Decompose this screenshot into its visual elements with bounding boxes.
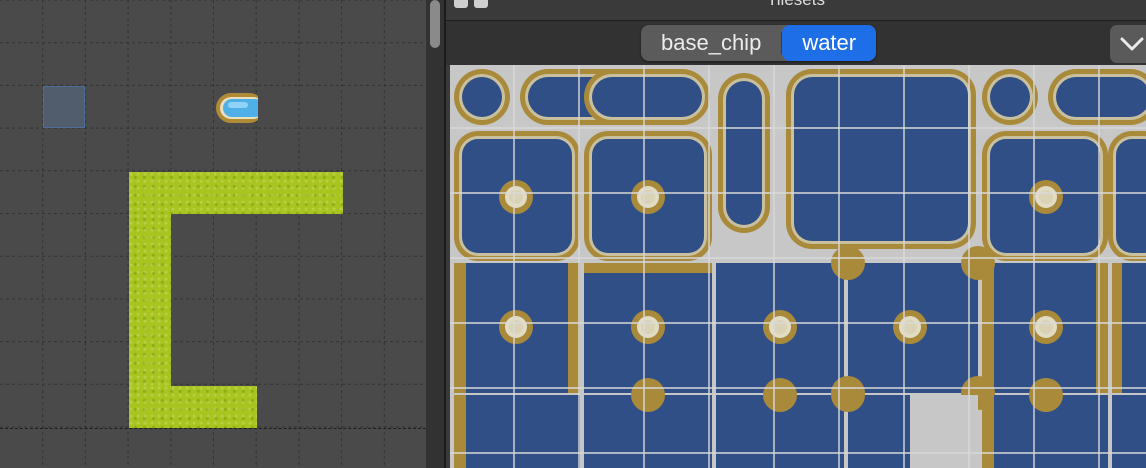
panel-splitter[interactable] bbox=[426, 0, 446, 468]
tile-shape bbox=[641, 190, 655, 204]
tile-shape bbox=[1112, 263, 1122, 393]
tilesets-panel: Tilesets base_chip water bbox=[446, 0, 1146, 468]
tile-shape bbox=[592, 77, 702, 117]
tile-shape bbox=[641, 320, 655, 334]
water-pond-tile bbox=[216, 91, 258, 125]
panel-title: Tilesets bbox=[446, 0, 1146, 10]
tab-base-chip[interactable]: base_chip bbox=[641, 25, 781, 61]
tileset-tab-bar: base_chip water bbox=[446, 21, 1146, 65]
tile-shape bbox=[568, 263, 580, 393]
tile-shape bbox=[763, 378, 797, 412]
grass-tile-block bbox=[129, 214, 171, 386]
water-tileset-image[interactable] bbox=[450, 65, 1146, 468]
tile-shape bbox=[454, 395, 466, 468]
tile-shape bbox=[454, 395, 580, 468]
tile-shape bbox=[903, 320, 917, 334]
tile-shape bbox=[1096, 263, 1108, 393]
tileset-grid[interactable] bbox=[450, 65, 1146, 468]
tile-shape bbox=[831, 246, 865, 280]
tile-shape bbox=[584, 263, 712, 273]
tile-cursor bbox=[43, 86, 85, 128]
map-vertical-scrollbar[interactable] bbox=[430, 0, 440, 48]
tile-shape bbox=[1039, 190, 1053, 204]
tile-shape bbox=[1116, 139, 1146, 253]
tile-shape bbox=[982, 395, 994, 468]
map-boundary bbox=[0, 428, 426, 429]
tileset-menu-button[interactable] bbox=[1110, 25, 1146, 63]
tile-shape bbox=[773, 320, 787, 334]
float-panel-icon[interactable] bbox=[474, 0, 488, 8]
tile-shape bbox=[631, 378, 665, 412]
map-canvas[interactable] bbox=[0, 0, 426, 468]
tile-shape bbox=[794, 77, 968, 241]
tile-shape bbox=[831, 378, 865, 412]
grass-tile-block bbox=[129, 386, 257, 428]
chevron-down-icon bbox=[1120, 37, 1144, 51]
tile-shape bbox=[1112, 395, 1146, 468]
grass-tile-block bbox=[129, 172, 343, 214]
tile-shape bbox=[726, 81, 762, 225]
tile-shape bbox=[961, 246, 995, 280]
close-icon[interactable] bbox=[454, 0, 468, 8]
tile-shape bbox=[1056, 77, 1146, 117]
tab-water[interactable]: water bbox=[782, 25, 877, 61]
tileset-tabs: base_chip water bbox=[641, 25, 877, 61]
tile-shape bbox=[982, 263, 994, 393]
tile-shape bbox=[990, 77, 1030, 117]
tile-shape bbox=[509, 190, 523, 204]
tile-shape bbox=[454, 263, 466, 393]
tile-shape bbox=[509, 320, 523, 334]
tile-shape bbox=[1039, 320, 1053, 334]
tile-shape bbox=[462, 77, 502, 117]
